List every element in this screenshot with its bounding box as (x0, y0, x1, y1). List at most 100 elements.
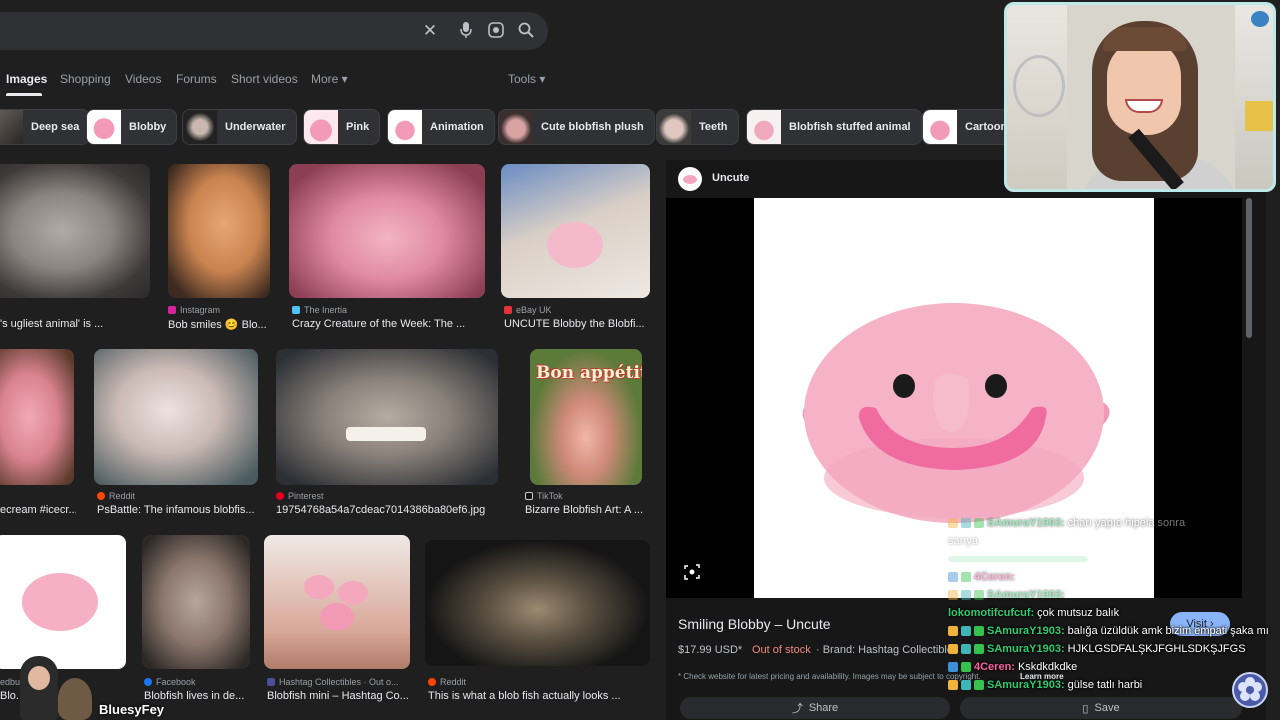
result-thumbnail[interactable]: Bon appétit (530, 349, 642, 485)
reddit-icon (97, 492, 105, 500)
chat-text: gülse tatlı harbi (1067, 679, 1143, 691)
result-caption[interactable]: Crazy Creature of the Week: The ... (292, 318, 482, 330)
save-button[interactable]: ▯ Save (960, 697, 1242, 719)
chat-username[interactable]: SAmuraY1903: (987, 625, 1065, 637)
result-caption[interactable]: This is what a blob fish actually looks … (428, 690, 650, 702)
disclaimer: * Check website for latest pricing and a… (678, 672, 981, 681)
result-thumbnail[interactable] (276, 349, 498, 485)
result-thumbnail[interactable] (0, 349, 74, 485)
chat-username[interactable]: SAmuraY1903: (987, 679, 1065, 691)
stream-chat: SAmuraY1903: charı yapıo hipela sonra sa… (948, 514, 1280, 694)
lens-icon[interactable] (684, 564, 700, 580)
chip-animation[interactable]: Animation (387, 109, 495, 145)
chat-message (948, 550, 1280, 568)
chat-message: lokomotifcufcuf: çok mutsuz balık (948, 604, 1280, 622)
product-title[interactable]: Smiling Blobby – Uncute (678, 616, 831, 632)
bon-appetit-text: Bon appétit (536, 363, 642, 383)
result-caption[interactable]: Blobfish lives in de... (144, 690, 250, 702)
site-name[interactable]: Uncute (712, 172, 749, 184)
sub-badge-icon (961, 644, 971, 654)
chip-label: Cute blobfish plush (541, 121, 644, 133)
chat-username[interactable]: 4Ceren: (974, 661, 1015, 673)
result-thumbnail[interactable] (501, 164, 650, 298)
chip-pink[interactable]: Pink (303, 109, 381, 145)
result-caption[interactable]: 's ugliest animal' is ... (0, 318, 150, 330)
chip-cartoon[interactable]: Cartoon (922, 109, 1012, 145)
tab-more[interactable]: More ▾ (311, 72, 348, 86)
chip-cute-blobfish-plush[interactable]: Cute blobfish plush (498, 109, 655, 145)
share-label: Share (808, 702, 839, 714)
chip-underwater[interactable]: Underwater (182, 109, 297, 145)
chip-thumbnail (87, 110, 121, 144)
tab-images[interactable]: Images (6, 72, 47, 86)
lens-icon[interactable] (486, 21, 506, 41)
chat-message: sarıya (948, 532, 1280, 550)
gift-badge-icon (974, 644, 984, 654)
chat-username[interactable]: SAmuraY1903: (987, 643, 1065, 655)
chip-teeth[interactable]: Teeth (656, 109, 739, 145)
streamer-avatar (10, 656, 92, 720)
tab-videos[interactable]: Videos (125, 72, 161, 86)
result-thumbnail[interactable] (94, 349, 258, 485)
chip-deep-sea[interactable]: Deep sea (0, 109, 91, 145)
panel-scrollbar[interactable] (1246, 198, 1252, 338)
result-thumbnail[interactable] (142, 535, 250, 669)
chat-message: 4Ceren: (948, 568, 1280, 586)
search-icon[interactable] (516, 21, 536, 41)
chip-thumbnail (657, 110, 691, 144)
result-caption[interactable]: Bizarre Blobfish Art: A ... (525, 504, 647, 516)
chat-message: SAmuraY1903: balığa üzüldük amk bizim em… (948, 622, 1280, 640)
result-thumbnail[interactable] (264, 535, 410, 669)
chat-username[interactable]: lokomotifcufcuf: (948, 607, 1034, 619)
streamer-name: BluesyFey (99, 702, 165, 717)
active-tab-indicator (6, 93, 42, 96)
chip-label: Deep sea (31, 121, 80, 133)
gift-badge-icon (974, 680, 984, 690)
sub-badge-icon (961, 590, 971, 600)
result-caption[interactable]: ecream #icecr... (0, 504, 76, 516)
chat-username[interactable]: SAmuraY1903: (987, 589, 1065, 601)
result-thumbnail[interactable] (168, 164, 270, 298)
gift-badge-icon (961, 662, 971, 672)
chat-username[interactable]: SAmuraY1903: (987, 517, 1065, 529)
chip-blobfish-stuffed-animal[interactable]: Blobfish stuffed animal (746, 109, 922, 145)
chat-message: SAmuraY1903: gülse tatlı harbi (948, 676, 1280, 694)
result-caption[interactable]: 19754768a54a7cdeac7014386ba80ef6.jpg (276, 504, 498, 516)
result-caption[interactable]: Blobfish mini – Hashtag Co... (267, 690, 410, 702)
result-thumbnail[interactable] (425, 540, 650, 666)
chat-username[interactable]: 4Ceren: (974, 571, 1015, 583)
close-icon[interactable]: ✕ (420, 21, 440, 41)
chip-label: Pink (346, 121, 370, 133)
result-caption[interactable]: UNCUTE Blobby the Blobfi... (504, 318, 650, 330)
gift-badge-icon (974, 590, 984, 600)
crown-badge-icon (948, 680, 958, 690)
hashtag-collectibles-icon (267, 678, 275, 686)
tools-button[interactable]: Tools ▾ (508, 72, 545, 86)
result-thumbnail[interactable] (289, 164, 485, 298)
chat-text: balığa üzüldük amk bizim empati şaka mı (1067, 625, 1269, 637)
mic-icon[interactable] (456, 21, 476, 41)
reddit-icon (428, 678, 436, 686)
gift-badge-icon (961, 572, 971, 582)
result-thumbnail[interactable] (0, 164, 150, 298)
tab-short-videos[interactable]: Short videos (231, 72, 298, 86)
wall-poster (1245, 101, 1273, 131)
tab-shopping[interactable]: Shopping (60, 72, 111, 86)
result-caption[interactable]: PsBattle: The infamous blobfis... (97, 504, 257, 516)
result-caption[interactable]: Bob smiles 😊 Blo... (168, 318, 270, 331)
product-price: $17.99 USD* (678, 644, 743, 656)
chat-message: SAmuraY1903: charı yapıo hipela sonra (948, 514, 1280, 532)
result-thumbnail[interactable] (0, 535, 126, 669)
result-source: Reddit (428, 677, 466, 687)
result-source: Facebook (144, 677, 196, 687)
share-button[interactable]: ⤴ Share (680, 697, 950, 719)
chip-thumbnail (923, 110, 957, 144)
tab-forums[interactable]: Forums (176, 72, 217, 86)
facebook-icon (144, 678, 152, 686)
search-bar[interactable]: ✕ (0, 12, 548, 50)
chip-blobby[interactable]: Blobby (86, 109, 178, 145)
chip-thumbnail (0, 110, 23, 144)
bookmark-icon: ▯ (1082, 702, 1089, 715)
person-face (1107, 39, 1181, 135)
chip-label: Cartoon (965, 121, 1008, 133)
